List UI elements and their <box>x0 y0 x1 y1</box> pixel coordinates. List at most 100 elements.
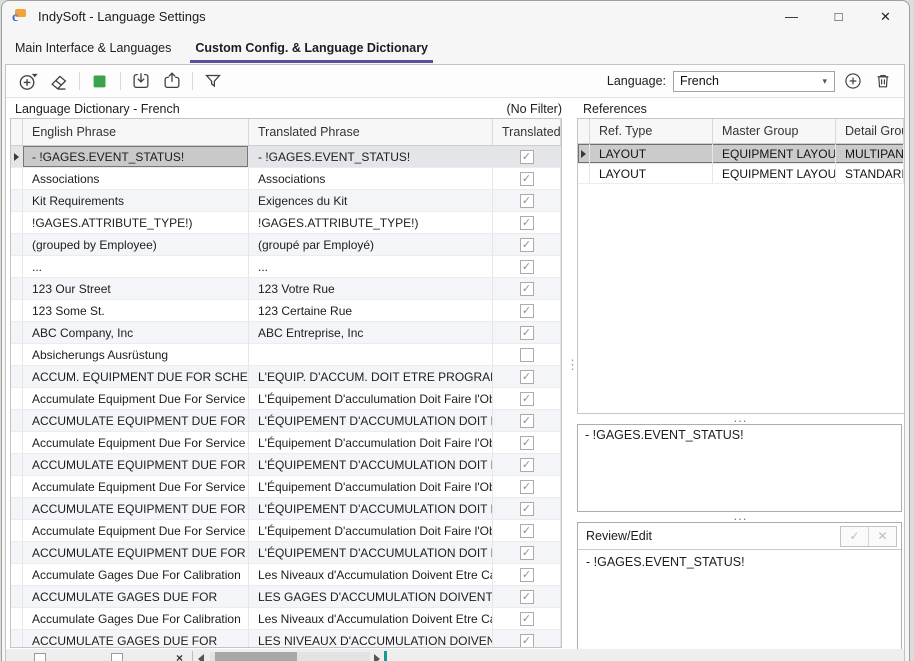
translated-checkbox[interactable] <box>520 304 534 318</box>
translated-checkbox[interactable] <box>520 172 534 186</box>
minimize-button[interactable]: — <box>768 1 815 32</box>
translated-phrase-cell[interactable]: L'EQUIP. D'ACCUM. DOIT ETRE PROGRAMMÉ <box>249 366 493 387</box>
detail-group-cell[interactable]: STANDARD <box>836 164 904 183</box>
close-button[interactable]: ✕ <box>862 1 909 32</box>
translated-phrase-cell[interactable]: ... <box>249 256 493 277</box>
translated-phrase-cell[interactable]: L'Équipement D'accumulation Doit Faire l… <box>249 476 493 497</box>
bottom-checkbox[interactable] <box>111 653 123 661</box>
detail-group-cell[interactable]: MULTIPANEL- <box>836 144 904 163</box>
maximize-button[interactable]: □ <box>815 1 862 32</box>
translated-phrase-cell[interactable]: LES NIVEAUX D'ACCUMULATION DOIVENT ETRE <box>249 630 493 648</box>
translated-flag-cell[interactable] <box>493 542 561 563</box>
column-header-detail-group[interactable]: Detail Group <box>836 119 904 143</box>
english-phrase-cell[interactable]: Associations <box>23 168 249 189</box>
translated-checkbox[interactable] <box>520 524 534 538</box>
translated-phrase-cell[interactable]: !GAGES.ATTRIBUTE_TYPE!) <box>249 212 493 233</box>
table-row[interactable]: ACCUMULATE EQUIPMENT DUE FOR L'ÉQUIPEMEN… <box>11 454 561 476</box>
translated-checkbox[interactable] <box>520 370 534 384</box>
translated-checkbox[interactable] <box>520 480 534 494</box>
table-row[interactable]: 123 Some St. 123 Certaine Rue <box>11 300 561 322</box>
scrollbar-thumb[interactable] <box>215 652 297 661</box>
translated-checkbox[interactable] <box>520 612 534 626</box>
translated-checkbox[interactable] <box>520 392 534 406</box>
master-group-cell[interactable]: EQUIPMENT LAYOUTS <box>713 144 836 163</box>
translated-flag-cell[interactable] <box>493 366 561 387</box>
ref-type-cell[interactable]: LAYOUT <box>590 164 713 183</box>
translated-phrase-cell[interactable]: 123 Certaine Rue <box>249 300 493 321</box>
ref-type-cell[interactable]: LAYOUT <box>590 144 713 163</box>
table-row[interactable]: ACCUMULATE GAGES DUE FOR LES GAGES D'ACC… <box>11 586 561 608</box>
table-row[interactable]: Absicherungs Ausrüstung <box>11 344 561 366</box>
english-phrase-cell[interactable]: ACCUMULATE GAGES DUE FOR <box>23 586 249 607</box>
translated-phrase-cell[interactable]: ABC Entreprise, Inc <box>249 322 493 343</box>
table-row[interactable]: ACCUMULATE GAGES DUE FOR LES NIVEAUX D'A… <box>11 630 561 648</box>
scroll-right-icon[interactable] <box>374 654 380 661</box>
translated-phrase-cell[interactable]: Exigences du Kit <box>249 190 493 211</box>
add-record-button[interactable] <box>15 69 41 93</box>
english-phrase-cell[interactable]: Absicherungs Ausrüstung <box>23 344 249 365</box>
column-header-ref-type[interactable]: Ref. Type <box>590 119 713 143</box>
translated-checkbox[interactable] <box>520 546 534 560</box>
translated-flag-cell[interactable] <box>493 146 561 167</box>
table-row[interactable]: Accumulate Equipment Due For Service L'É… <box>11 520 561 542</box>
review-edit-textarea[interactable]: - !GAGES.EVENT_STATUS! <box>578 550 901 574</box>
english-phrase-cell[interactable]: 123 Our Street <box>23 278 249 299</box>
review-splitter-handle[interactable]: ... <box>577 513 904 521</box>
column-header-translated[interactable]: Translated Phrase <box>249 119 493 145</box>
english-phrase-cell[interactable]: Accumulate Equipment Due For Service <box>23 432 249 453</box>
english-phrase-cell[interactable]: Kit Requirements <box>23 190 249 211</box>
table-row[interactable]: ... ... <box>11 256 561 278</box>
column-header-master-group[interactable]: Master Group <box>713 119 836 143</box>
english-phrase-cell[interactable]: Accumulate Equipment Due For Service <box>23 476 249 497</box>
tab-main-interface[interactable]: Main Interface & Languages <box>10 32 176 63</box>
erase-button[interactable] <box>46 69 72 93</box>
translated-flag-cell[interactable] <box>493 630 561 648</box>
tab-custom-config[interactable]: Custom Config. & Language Dictionary <box>190 32 433 63</box>
table-row[interactable]: Accumulate Equipment Due For Service L'É… <box>11 432 561 454</box>
table-row[interactable]: ACCUMULATE EQUIPMENT DUE FOR L'ÉQUIPEMEN… <box>11 410 561 432</box>
translated-phrase-cell[interactable]: Associations <box>249 168 493 189</box>
translated-phrase-cell[interactable]: 123 Votre Rue <box>249 278 493 299</box>
translated-flag-cell[interactable] <box>493 432 561 453</box>
preview-splitter-handle[interactable]: ... <box>577 415 904 423</box>
english-phrase-cell[interactable]: 123 Some St. <box>23 300 249 321</box>
translated-checkbox[interactable] <box>520 216 534 230</box>
table-row[interactable]: 123 Our Street 123 Votre Rue <box>11 278 561 300</box>
english-phrase-cell[interactable]: !GAGES.ATTRIBUTE_TYPE!) <box>23 212 249 233</box>
translated-phrase-cell[interactable] <box>249 344 493 365</box>
translated-checkbox[interactable] <box>520 260 534 274</box>
export-button[interactable] <box>159 69 185 93</box>
translated-flag-cell[interactable] <box>493 608 561 629</box>
translated-checkbox[interactable] <box>520 194 534 208</box>
translated-checkbox[interactable] <box>520 150 534 164</box>
translated-flag-cell[interactable] <box>493 520 561 541</box>
table-row[interactable]: ACCUMULATE EQUIPMENT DUE FOR L'ÉQUIPEMEN… <box>11 542 561 564</box>
table-row[interactable]: LAYOUT EQUIPMENT LAYOUTS MULTIPANEL- <box>578 144 904 164</box>
translated-phrase-cell[interactable]: L'ÉQUIPEMENT D'ACCUMULATION DOIT FAIRE L… <box>249 542 493 563</box>
translated-phrase-cell[interactable]: L'Équipement D'accumulation Doit Faire l… <box>249 432 493 453</box>
column-header-flag[interactable]: Translated <box>493 119 561 145</box>
english-phrase-cell[interactable]: ACCUMULATE EQUIPMENT DUE FOR <box>23 498 249 519</box>
english-phrase-cell[interactable]: ACCUMULATE EQUIPMENT DUE FOR <box>23 410 249 431</box>
translated-checkbox[interactable] <box>520 326 534 340</box>
english-phrase-cell[interactable]: Accumulate Gages Due For Calibration <box>23 564 249 585</box>
translated-flag-cell[interactable] <box>493 168 561 189</box>
english-phrase-cell[interactable]: ABC Company, Inc <box>23 322 249 343</box>
english-phrase-cell[interactable]: ... <box>23 256 249 277</box>
translated-checkbox[interactable] <box>520 436 534 450</box>
translated-flag-cell[interactable] <box>493 212 561 233</box>
scroll-left-icon[interactable] <box>198 654 204 661</box>
translated-flag-cell[interactable] <box>493 388 561 409</box>
english-phrase-cell[interactable]: - !GAGES.EVENT_STATUS! <box>23 146 249 167</box>
column-header-english[interactable]: English Phrase <box>23 119 249 145</box>
translated-checkbox[interactable] <box>520 348 534 362</box>
accept-button[interactable]: ✓ <box>841 527 869 546</box>
english-phrase-cell[interactable]: Accumulate Gages Due For Calibration <box>23 608 249 629</box>
table-row[interactable]: Kit Requirements Exigences du Kit <box>11 190 561 212</box>
english-phrase-cell[interactable]: (grouped by Employee) <box>23 234 249 255</box>
translated-phrase-cell[interactable]: L'Équipement D'acculumation Doit Faire l… <box>249 388 493 409</box>
translated-flag-cell[interactable] <box>493 476 561 497</box>
filter-button[interactable] <box>200 69 226 93</box>
english-phrase-cell[interactable]: ACCUMULATE EQUIPMENT DUE FOR <box>23 454 249 475</box>
translated-flag-cell[interactable] <box>493 454 561 475</box>
